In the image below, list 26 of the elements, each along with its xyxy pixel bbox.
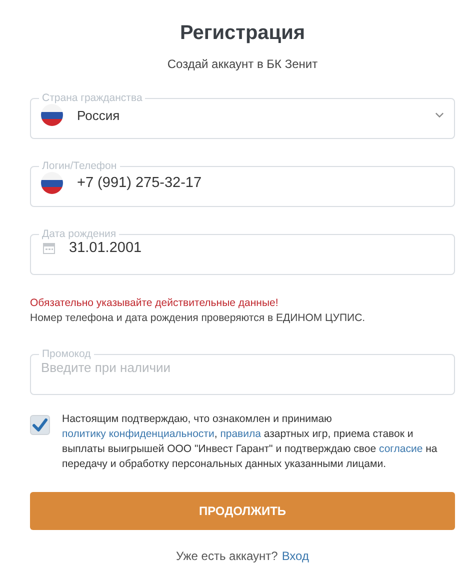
russian-flag-icon	[41, 104, 63, 126]
chevron-down-icon	[435, 112, 444, 118]
consent-checkbox[interactable]	[30, 415, 50, 435]
consent-link[interactable]: политику конфиденциальности	[62, 428, 214, 440]
note-text: Номер телефона и дата рождения проверяются в ЕДИНОМ ЦУПИС.	[30, 312, 366, 324]
field-label: Логин/Телефон	[41, 160, 118, 172]
continue-button[interactable]: ПРОДОЛЖИТЬ	[30, 492, 455, 530]
consent-text: Настоящим подтверждаю, что ознакомлен и принимаю политику конфиденциальности, правила азартных игр, приема ставок и выплаты выигрышей ООО "Инвест Гарант" и подтверждаю свое согласие на передачу и обработку персональных данных указанными лицами.	[62, 412, 438, 472]
page-title: Регистрация	[178, 22, 306, 45]
field-value: Россия	[77, 108, 121, 122]
page-subtitle: Создай аккаунт в БК Зенит	[166, 57, 319, 71]
login-link[interactable]: Вход	[282, 549, 309, 563]
footer-text: Уже есть аккаунт?	[176, 549, 278, 563]
date-field[interactable]: Дата рождения 31.01.2001	[30, 228, 455, 275]
country-select[interactable]: Страна гражданства Россия	[30, 92, 455, 139]
russian-flag-icon	[41, 172, 63, 194]
field-label: Страна гражданства	[41, 92, 144, 104]
consent-link[interactable]: согласие	[378, 443, 423, 455]
warning-text: Обязательно указывайте действительные данные!	[30, 297, 280, 309]
field-value: +7 (991) 275-32-17	[77, 175, 203, 191]
field-label: Дата рождения	[41, 228, 118, 240]
phone-field[interactable]: Логин/Телефон +7 (991) 275-32-17	[30, 160, 455, 207]
calendar-icon	[43, 242, 55, 254]
consent-link[interactable]: правила	[220, 428, 261, 440]
field-value: 31.01.2001	[69, 240, 143, 256]
field-label: Промокод	[41, 348, 92, 360]
